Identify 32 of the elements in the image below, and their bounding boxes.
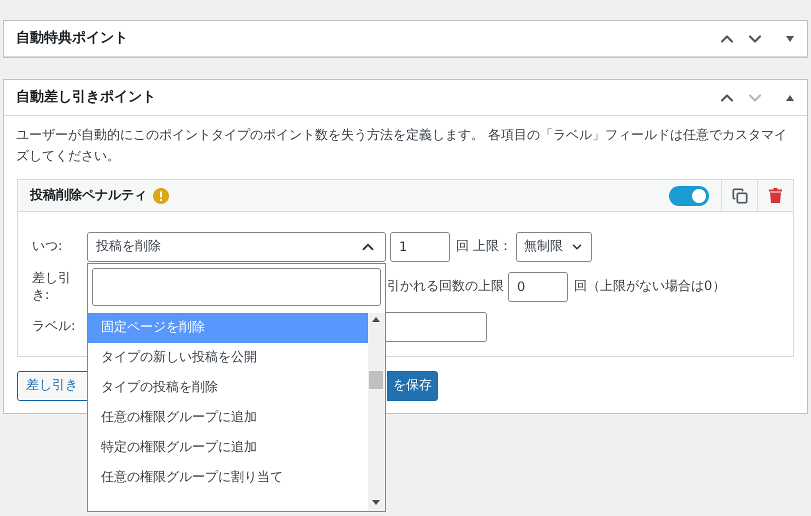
collapse-icon[interactable]	[785, 94, 795, 102]
limit-select[interactable]: 無制限	[516, 232, 592, 262]
max-label: 引かれる回数の上限	[387, 278, 504, 296]
trigger-select[interactable]: 投稿を削除	[87, 232, 386, 262]
max-field[interactable]: 0	[508, 272, 568, 302]
label-field[interactable]	[386, 312, 487, 342]
save-button[interactable]: を保存	[387, 371, 438, 401]
field-label: 差し引き:	[32, 270, 72, 304]
duplicate-icon[interactable]	[732, 188, 748, 204]
panel-title: 自動差し引きポイント	[16, 88, 156, 107]
hook-title: 投稿削除ペナルティ	[30, 186, 147, 205]
count-unit: 回 上限：	[456, 238, 512, 256]
field-label: いつ:	[32, 238, 64, 256]
panel-title: 自動特典ポイント	[16, 29, 128, 48]
dropdown-option[interactable]: タイプの新しい投稿を公開	[88, 343, 368, 373]
dropdown-option[interactable]: タイプの投稿を削除	[88, 373, 368, 403]
scroll-up-icon[interactable]	[372, 317, 380, 322]
add-button[interactable]: 差し引き	[17, 371, 88, 401]
expand-icon[interactable]	[785, 34, 795, 42]
max-unit: 回（上限がない場合は0）	[574, 278, 726, 296]
count-field[interactable]: 1	[390, 232, 450, 262]
description: ユーザーが自動的にこのポイントタイプのポイント数を失う方法を定義します。 各項目の「ラベル」フィールドは任意でカスタマイズしてください。	[15, 127, 788, 166]
field-label: ラベル:	[32, 318, 76, 336]
dropdown-option[interactable]: 特定の権限グループに追加	[88, 433, 368, 463]
enable-toggle[interactable]	[669, 186, 709, 206]
dropdown-option[interactable]: 任意の権限グループに割り当て	[88, 463, 368, 493]
trash-icon[interactable]	[769, 188, 782, 203]
search-field[interactable]	[92, 268, 381, 306]
dropdown-option[interactable]: 任意の権限グループに追加	[88, 403, 368, 433]
scrollbar[interactable]	[368, 313, 385, 511]
scroll-down-icon[interactable]	[372, 500, 380, 505]
scroll-thumb[interactable]	[369, 371, 383, 389]
